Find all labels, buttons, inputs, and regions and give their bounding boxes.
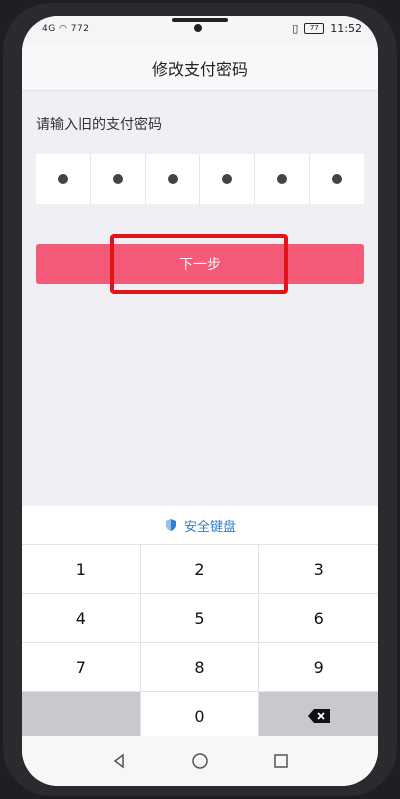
key-5[interactable]: 5: [140, 593, 260, 642]
pin-cell: [310, 154, 364, 204]
key-blank: [22, 691, 141, 740]
key-6[interactable]: 6: [259, 593, 378, 642]
pin-dot: [332, 174, 343, 184]
keyboard-header-label: 安全键盘: [183, 519, 236, 535]
phone-frame: 4G ◠ 772 ▯ 77 11:52 修改支付密码 请输入旧的支付密码 下一步: [0, 0, 400, 799]
password-prompt: 请输入旧的支付密码: [36, 117, 162, 133]
key-2[interactable]: 2: [140, 544, 260, 593]
nav-back-icon[interactable]: [111, 753, 127, 769]
signal-label: 4G: [42, 24, 56, 34]
pin-input[interactable]: [36, 154, 364, 204]
clock: 11:52: [330, 22, 362, 35]
page-title: 修改支付密码: [22, 46, 378, 91]
key-4[interactable]: 4: [22, 593, 141, 642]
pin-dot: [222, 174, 233, 184]
screen: 4G ◠ 772 ▯ 77 11:52 修改支付密码 请输入旧的支付密码 下一步: [22, 16, 378, 786]
pin-cell: [255, 154, 311, 204]
nav-home-icon[interactable]: [191, 752, 209, 770]
pin-dot: [57, 174, 68, 184]
key-9[interactable]: 9: [259, 642, 378, 691]
pin-cell: [91, 154, 146, 204]
pin-dot: [277, 174, 288, 184]
nav-recents-icon[interactable]: [273, 753, 289, 769]
pin-cell: [200, 154, 256, 204]
shield-icon: [165, 519, 176, 531]
pin-dot: [112, 174, 123, 184]
speed-label: 772: [70, 24, 90, 34]
pin-cell: [146, 154, 201, 204]
pin-dot: [167, 174, 178, 184]
status-left: 4G ◠ 772: [42, 24, 89, 34]
vibrate-icon: ▯: [292, 22, 299, 35]
key-1[interactable]: 1: [22, 544, 141, 593]
key-8[interactable]: 8: [140, 642, 260, 691]
status-bar: 4G ◠ 772 ▯ 77 11:52: [22, 16, 378, 46]
speaker: [172, 18, 228, 22]
pin-cell: [36, 154, 91, 204]
backspace-key[interactable]: [259, 691, 378, 740]
backspace-icon: [307, 709, 330, 723]
key-3[interactable]: 3: [259, 544, 378, 593]
key-7[interactable]: 7: [22, 642, 141, 691]
wifi-icon: ◠: [59, 24, 71, 34]
keyboard-header: 安全键盘: [22, 506, 378, 544]
camera: [194, 24, 202, 32]
system-navigation: [22, 736, 378, 786]
battery-icon: 77: [304, 23, 325, 34]
keypad: 1 2 3 4 5 6 7 8 9 0: [22, 544, 378, 740]
status-right: ▯ 77 11:52: [292, 22, 362, 35]
highlight-box: [110, 234, 288, 294]
key-0[interactable]: 0: [140, 691, 260, 740]
